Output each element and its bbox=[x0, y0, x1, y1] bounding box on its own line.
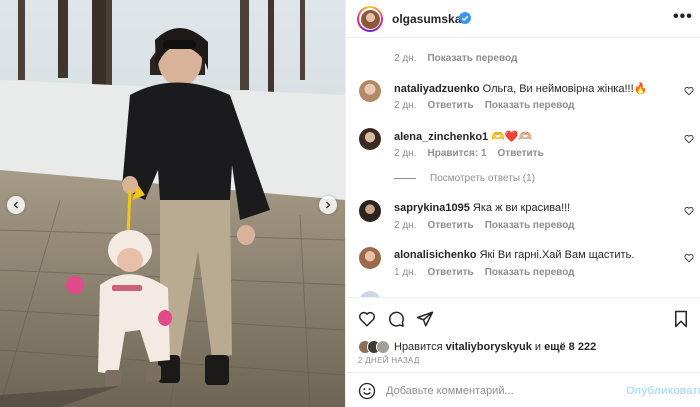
commenter-avatar[interactable] bbox=[359, 200, 381, 222]
comment-meta: 2 дн. Показать перевод bbox=[394, 53, 517, 64]
author-avatar[interactable] bbox=[357, 6, 383, 32]
comment-meta: 2 дн. Ответить Показать перевод bbox=[394, 100, 575, 111]
view-replies-link[interactable]: Посмотреть ответы (1) bbox=[394, 173, 535, 184]
liker-username[interactable]: vitaliyboryskyuk bbox=[446, 341, 532, 353]
author-username[interactable]: olgasumska bbox=[392, 12, 461, 26]
comment-likes-count[interactable]: Нравится: 1 bbox=[427, 148, 486, 159]
like-comment-heart-icon[interactable] bbox=[684, 134, 694, 144]
commenter-avatar[interactable] bbox=[359, 80, 381, 102]
translate-link[interactable]: Показать перевод bbox=[427, 53, 517, 64]
comment-time: 1 дн. bbox=[394, 267, 417, 278]
commenter-avatar[interactable] bbox=[359, 128, 381, 150]
likes-count[interactable]: ещё 8 222 bbox=[544, 341, 596, 353]
comment-meta: 1 дн. Ответить Показать перевод bbox=[394, 267, 575, 278]
smiley-icon[interactable] bbox=[358, 382, 376, 400]
comment-time: 2 дн. bbox=[394, 53, 417, 64]
heart-icon[interactable] bbox=[358, 310, 376, 328]
publish-button[interactable]: Опубликовать bbox=[626, 385, 700, 397]
comment-time: 2 дн. bbox=[394, 220, 417, 231]
paper-plane-icon[interactable] bbox=[416, 310, 434, 328]
translate-link[interactable]: Показать перевод bbox=[485, 220, 575, 231]
comment-username[interactable]: saprykina1095 bbox=[394, 202, 470, 214]
bookmark-icon[interactable] bbox=[672, 310, 690, 328]
likes-summary[interactable]: Нравится vitaliyboryskyuk и ещё 8 222 bbox=[358, 339, 596, 355]
translate-link[interactable]: Показать перевод bbox=[485, 100, 575, 111]
chevron-left-icon bbox=[13, 201, 18, 209]
more-options-button[interactable]: ••• bbox=[673, 9, 693, 25]
reply-link[interactable]: Ответить bbox=[427, 220, 473, 231]
comment-username[interactable]: nataliyadzuenko bbox=[394, 83, 480, 95]
photo-illustration bbox=[0, 0, 345, 407]
next-photo-button[interactable] bbox=[319, 196, 337, 214]
post-header: olgasumska ••• bbox=[346, 0, 700, 38]
likes-text: Нравится vitaliyboryskyuk и ещё 8 222 bbox=[394, 341, 597, 353]
like-comment-heart-icon[interactable] bbox=[684, 206, 694, 216]
comment-time: 2 дн. bbox=[394, 100, 417, 111]
reply-link[interactable]: Ответить bbox=[427, 100, 473, 111]
add-comment-bar: Опубликовать bbox=[346, 372, 700, 407]
reply-link[interactable]: Ответить bbox=[498, 148, 544, 159]
reply-link[interactable]: Ответить bbox=[427, 267, 473, 278]
comment-text: saprykina1095 Яка ж ви красива!!! bbox=[394, 202, 571, 214]
comment-icon[interactable] bbox=[387, 310, 405, 328]
post-actions-bar bbox=[346, 297, 700, 337]
comment-input[interactable] bbox=[386, 382, 626, 400]
comment-time: 2 дн. bbox=[394, 148, 417, 159]
comments-list[interactable]: 2 дн. Показать перевод nataliyadzuenko О… bbox=[346, 39, 700, 297]
comment-text: nataliyadzuenko Ольга, Ви неймовірна жін… bbox=[394, 83, 648, 95]
like-comment-heart-icon[interactable] bbox=[684, 253, 694, 263]
comment-text: alena_zinchenko1 🫶❤️🫶🏼 bbox=[394, 131, 533, 143]
chevron-right-icon bbox=[326, 201, 331, 209]
translate-link[interactable]: Показать перевод bbox=[485, 267, 575, 278]
comment-meta: 2 дн. Ответить Показать перевод bbox=[394, 220, 575, 231]
post-photo[interactable] bbox=[0, 0, 345, 407]
previous-photo-button[interactable] bbox=[7, 196, 25, 214]
comment-username[interactable]: alonalisichenko bbox=[394, 249, 477, 261]
comment-text: alonalisichenko Які Ви гарні.Хай Вам щас… bbox=[394, 249, 635, 261]
post-date: 2 ДНЕЙ НАЗАД bbox=[358, 356, 420, 365]
post-viewer: olgasumska ••• 2 дн. Показать перевод na… bbox=[0, 0, 700, 407]
post-side-panel: olgasumska ••• 2 дн. Показать перевод na… bbox=[345, 0, 700, 407]
comment-meta: 2 дн. Нравится: 1 Ответить bbox=[394, 148, 544, 159]
verified-badge-icon bbox=[459, 12, 471, 24]
comment-username[interactable]: alena_zinchenko1 bbox=[394, 131, 488, 143]
like-comment-heart-icon[interactable] bbox=[684, 86, 694, 96]
commenter-avatar[interactable] bbox=[359, 247, 381, 269]
liker-avatar bbox=[376, 340, 390, 354]
replies-divider bbox=[394, 178, 416, 179]
